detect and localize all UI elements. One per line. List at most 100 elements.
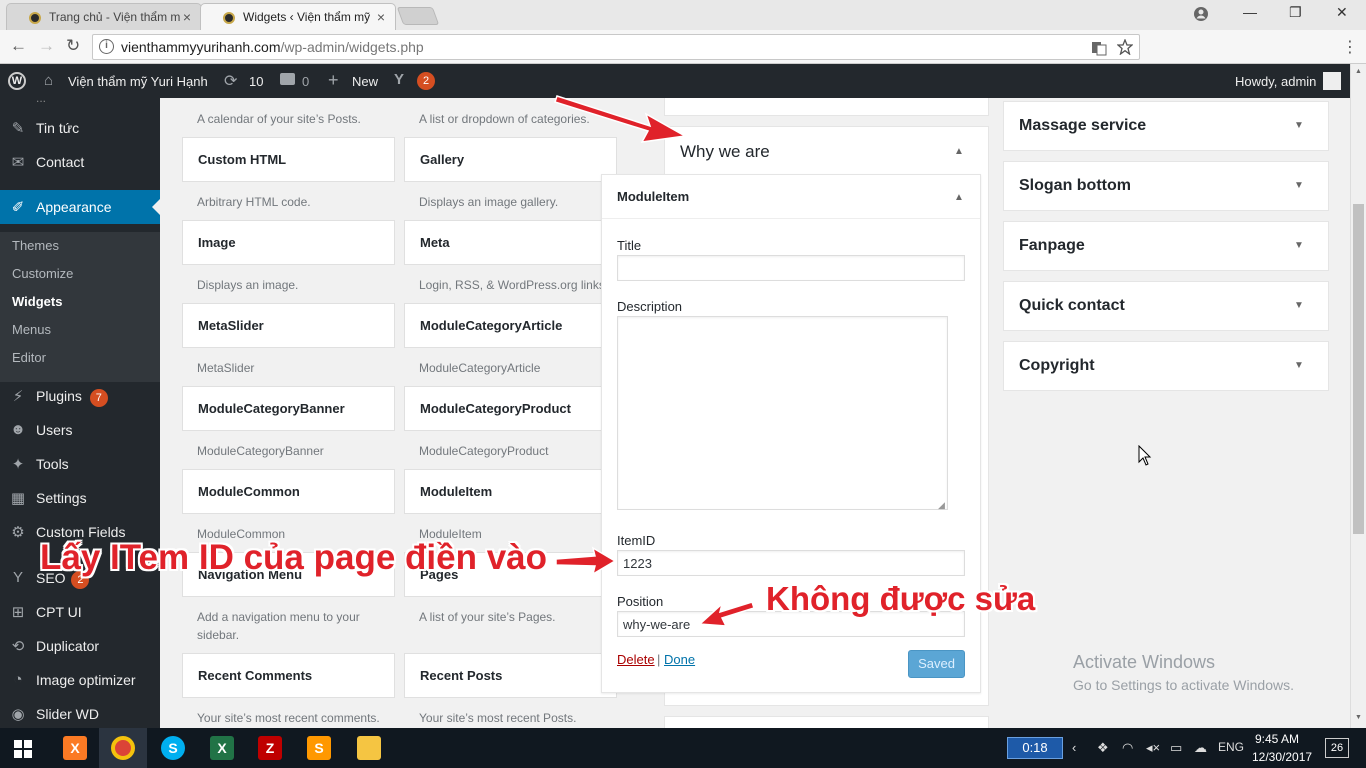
scroll-up-icon[interactable]: ▲ bbox=[1355, 68, 1362, 75]
bookmark-star-icon[interactable] bbox=[1117, 39, 1133, 55]
browser-tab-home[interactable]: Trang chủ - Viện thẩm m × bbox=[6, 3, 202, 30]
collapse-arrow-icon[interactable]: ▲ bbox=[954, 146, 964, 157]
volume-icon[interactable]: ◂× bbox=[1146, 740, 1160, 756]
widget-module-item[interactable]: ModuleItem bbox=[404, 469, 617, 514]
wifi-icon[interactable]: ◠ bbox=[1122, 740, 1133, 756]
chrome-app[interactable] bbox=[99, 728, 147, 768]
file-explorer-app[interactable] bbox=[345, 728, 393, 768]
expand-arrow-icon[interactable]: ▼ bbox=[1294, 180, 1304, 191]
sidebar-item-slider-wd[interactable]: ◉ Slider WD bbox=[0, 697, 160, 728]
sidebar-item-settings[interactable]: ▦ Settings bbox=[0, 481, 160, 515]
delete-link[interactable]: Delete bbox=[617, 652, 655, 667]
clock-date[interactable]: 12/30/2017 bbox=[1252, 750, 1312, 764]
minimize-button[interactable]: — bbox=[1243, 4, 1257, 20]
updates-icon[interactable]: ⟳ bbox=[224, 71, 237, 91]
scrollbar-thumb[interactable] bbox=[1353, 204, 1364, 534]
submenu-customize[interactable]: Customize bbox=[0, 260, 160, 288]
expand-arrow-icon[interactable]: ▼ bbox=[1294, 300, 1304, 311]
widget-module-common[interactable]: ModuleCommon bbox=[182, 469, 395, 514]
sublime-app[interactable]: S bbox=[295, 728, 343, 768]
widget-module-category-article[interactable]: ModuleCategoryArticle bbox=[404, 303, 617, 348]
address-bar[interactable]: i vienthammyyurihanh.com/wp-admin/widget… bbox=[92, 34, 1140, 60]
browser-tab-widgets[interactable]: Widgets ‹ Viện thẩm mỹ × bbox=[200, 3, 396, 30]
updates-count[interactable]: 10 bbox=[249, 74, 263, 89]
translate-icon[interactable] bbox=[1091, 40, 1107, 56]
sidebar-item-appearance[interactable]: ✐ Appearance bbox=[0, 190, 160, 224]
howdy-user-link[interactable]: Howdy, admin bbox=[1235, 74, 1316, 89]
sidebar-item-cpt-ui[interactable]: ⊞ CPT UI bbox=[0, 595, 160, 629]
widget-description: Add a navigation menu to your sidebar. bbox=[197, 610, 360, 642]
widget-image[interactable]: Image bbox=[182, 220, 395, 265]
resize-handle-icon[interactable]: ◢ bbox=[938, 500, 945, 511]
sidebar-quick-contact[interactable]: Quick contact ▼ bbox=[1003, 281, 1329, 331]
comments-icon[interactable] bbox=[280, 73, 295, 85]
info-icon[interactable]: i bbox=[99, 39, 114, 54]
sidebar-item-tin-tuc[interactable]: ✎ Tin tức bbox=[0, 111, 160, 145]
widget-metaslider[interactable]: MetaSlider bbox=[182, 303, 395, 348]
site-favicon-icon bbox=[29, 12, 41, 24]
sidebar-item-tools[interactable]: ✦ Tools bbox=[0, 447, 160, 481]
expand-arrow-icon[interactable]: ▼ bbox=[1294, 120, 1304, 131]
comments-count[interactable]: 0 bbox=[302, 74, 309, 89]
reload-button[interactable]: ↻ bbox=[66, 36, 80, 56]
close-window-button[interactable]: ✕ bbox=[1336, 4, 1348, 21]
sidebar-massage-service[interactable]: Massage service ▼ bbox=[1003, 101, 1329, 151]
done-link[interactable]: Done bbox=[664, 652, 695, 667]
sidebar-item-plugins[interactable]: ⚡ Plugins 7 bbox=[0, 379, 160, 413]
saved-button[interactable]: Saved bbox=[908, 650, 965, 678]
forward-button[interactable]: → bbox=[38, 36, 55, 56]
windows-start-icon[interactable] bbox=[14, 740, 32, 758]
close-tab-icon[interactable]: × bbox=[183, 9, 191, 25]
yoast-icon[interactable]: Y bbox=[394, 71, 404, 88]
onedrive-icon[interactable]: ☁ bbox=[1194, 740, 1207, 756]
clock-time[interactable]: 9:45 AM bbox=[1255, 732, 1299, 746]
sidebar-fanpage[interactable]: Fanpage ▼ bbox=[1003, 221, 1329, 271]
widget-recent-posts[interactable]: Recent Posts bbox=[404, 653, 617, 698]
language-indicator[interactable]: ENG bbox=[1218, 740, 1244, 754]
wordpress-logo-icon[interactable]: W bbox=[8, 72, 26, 90]
widget-module-category-banner[interactable]: ModuleCategoryBanner bbox=[182, 386, 395, 431]
xampp-app[interactable]: X bbox=[51, 728, 99, 768]
battery-icon[interactable]: ▭ bbox=[1170, 740, 1182, 756]
excel-app[interactable]: X bbox=[198, 728, 246, 768]
avatar[interactable] bbox=[1323, 72, 1341, 90]
expand-arrow-icon[interactable]: ▼ bbox=[1294, 240, 1304, 251]
sidebar-item-users[interactable]: ☻ Users bbox=[0, 413, 160, 447]
profile-icon[interactable] bbox=[1193, 6, 1209, 22]
submenu-editor[interactable]: Editor bbox=[0, 344, 160, 372]
menu-icon[interactable]: ⋮ bbox=[1342, 37, 1358, 57]
sidebar-item-duplicator[interactable]: ⟲ Duplicator bbox=[0, 629, 160, 663]
notification-center-icon[interactable]: 26 bbox=[1325, 738, 1349, 758]
site-name-link[interactable]: Viện thẩm mỹ Yuri Hạnh bbox=[68, 74, 208, 89]
tray-chevron-icon[interactable]: ‹ bbox=[1072, 740, 1076, 755]
widget-meta[interactable]: Meta bbox=[404, 220, 617, 265]
new-content-link[interactable]: New bbox=[352, 74, 378, 89]
widget-toggle-arrow-icon[interactable]: ▲ bbox=[954, 192, 964, 203]
widget-module-category-product[interactable]: ModuleCategoryProduct bbox=[404, 386, 617, 431]
filezilla-app[interactable]: Z bbox=[246, 728, 294, 768]
dropbox-icon[interactable]: ❖ bbox=[1097, 740, 1109, 756]
sidebar-item-contact[interactable]: ✉ Contact bbox=[0, 145, 160, 179]
sidebar-area-title[interactable]: Why we are bbox=[680, 142, 770, 162]
description-textarea[interactable] bbox=[617, 316, 948, 510]
title-input[interactable] bbox=[617, 255, 965, 281]
timer-widget[interactable]: 0:18 bbox=[1007, 737, 1063, 759]
submenu-themes[interactable]: Themes bbox=[0, 232, 160, 260]
sidebar-slogan-bottom[interactable]: Slogan bottom ▼ bbox=[1003, 161, 1329, 211]
back-button[interactable]: ← bbox=[10, 36, 27, 56]
new-tab-button[interactable] bbox=[396, 7, 440, 25]
sidebar-copyright[interactable]: Copyright ▼ bbox=[1003, 341, 1329, 391]
restore-button[interactable]: ❐ bbox=[1289, 4, 1302, 21]
page-scrollbar[interactable]: ▲ ▼ bbox=[1350, 64, 1366, 728]
scroll-down-icon[interactable]: ▼ bbox=[1355, 714, 1362, 721]
skype-app[interactable]: S bbox=[149, 728, 197, 768]
sidebar-item-image-optimizer[interactable]: ◔ Image optimizer bbox=[0, 663, 160, 697]
widget-recent-comments[interactable]: Recent Comments bbox=[182, 653, 395, 698]
widget-custom-html[interactable]: Custom HTML bbox=[182, 137, 395, 182]
submenu-menus[interactable]: Menus bbox=[0, 316, 160, 344]
widget-gallery[interactable]: Gallery bbox=[404, 137, 617, 182]
close-tab-icon[interactable]: × bbox=[377, 9, 385, 25]
expand-arrow-icon[interactable]: ▼ bbox=[1294, 360, 1304, 371]
submenu-widgets[interactable]: Widgets bbox=[0, 288, 160, 316]
itemid-input[interactable]: 1223 bbox=[617, 550, 965, 576]
